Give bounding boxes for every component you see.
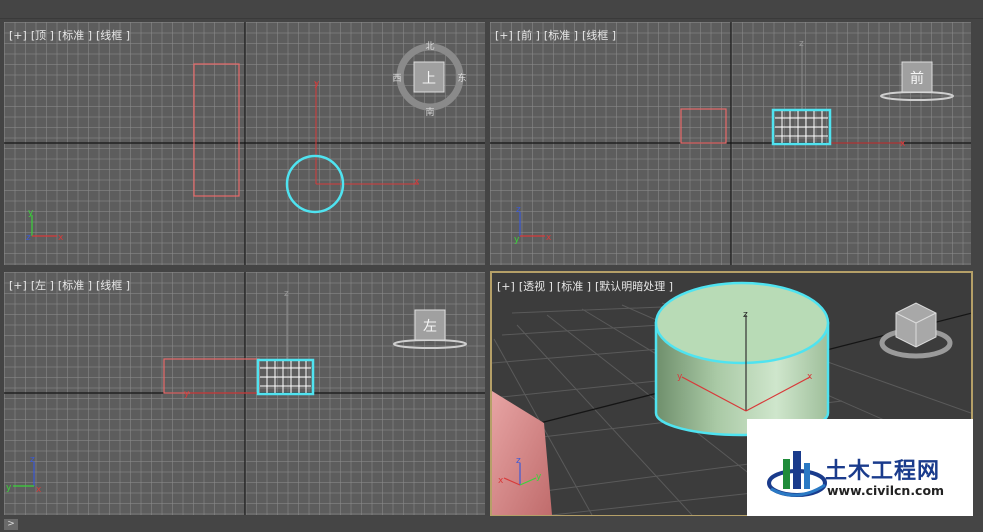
main-toolbar-strip: [0, 0, 983, 19]
pivot-y-label: y: [184, 389, 190, 399]
label-plus: [+]: [9, 29, 27, 42]
gizmo-z-label: z: [26, 233, 31, 243]
label-view: [前 ]: [516, 29, 540, 42]
viewport-top-label[interactable]: [+] [顶 ] [标准 ] [线框 ]: [9, 27, 134, 43]
label-plus: [+]: [497, 280, 515, 293]
cylinder-wireframe: [775, 111, 828, 143]
compass-west: 西: [392, 73, 401, 84]
viewcube-face-label: 前: [910, 70, 924, 87]
cylinder-wireframe: [260, 361, 311, 393]
gizmo-z-label: z: [30, 455, 35, 465]
viewport-left-canvas: z y 左 z y x: [4, 272, 485, 515]
viewcube-face-label: 左: [423, 319, 437, 335]
compass-south: 南: [425, 106, 434, 118]
pivot-x-label: x: [807, 372, 813, 382]
gizmo-x-label: x: [58, 233, 64, 243]
label-shading: [默认明暗处理 ]: [595, 280, 674, 293]
label-standard: [标准 ]: [57, 279, 92, 292]
watermark-url: www.civilcn.com: [827, 483, 945, 498]
expand-button[interactable]: >: [4, 519, 18, 530]
pivot-y-label: y: [677, 372, 683, 382]
pivot-y-label: y: [314, 79, 320, 89]
pivot-x-label: x: [900, 139, 906, 149]
viewport-front-canvas: z x 前 z x y: [490, 22, 971, 265]
status-bar: >: [0, 516, 983, 532]
label-view: [顶 ]: [30, 29, 54, 42]
gizmo-y-label: y: [514, 235, 520, 245]
label-shading: [线框 ]: [96, 279, 131, 292]
viewcube-ring[interactable]: [880, 91, 954, 101]
gizmo-x-label: x: [498, 476, 504, 486]
watermark-title: 土木工程网: [825, 459, 941, 484]
label-view: [透视 ]: [518, 280, 553, 293]
compass-north: 北: [425, 41, 434, 52]
label-view: [左 ]: [30, 279, 54, 292]
gizmo-y-label: y: [28, 208, 34, 218]
viewport-top-canvas: y x 上 北 南 东 西 y x z: [4, 22, 485, 265]
label-shading: [线框 ]: [96, 29, 131, 42]
box-object-outline: [680, 108, 727, 144]
box-object-outline: [193, 63, 240, 197]
pivot-z-label: z: [284, 289, 289, 299]
gizmo-z-label: z: [516, 456, 521, 466]
label-standard: [标准 ]: [556, 280, 591, 293]
gizmo-y-label: y: [6, 483, 12, 493]
viewport-top[interactable]: y x 上 北 南 东 西 y x z [+] [顶 ] [标准 ] [线框 ]: [4, 22, 485, 265]
label-plus: [+]: [9, 279, 27, 292]
viewport-left[interactable]: z y 左 z y x [+] [左 ] [标准 ] [线框 ]: [4, 272, 485, 515]
gizmo-y-label: y: [536, 472, 542, 482]
box-object-shaded: [492, 391, 552, 515]
gizmo-x-label: x: [36, 485, 42, 495]
gizmo-z-label: z: [516, 205, 521, 215]
viewcube-face-label: 上: [422, 71, 436, 87]
compass-east: 东: [457, 72, 466, 84]
viewport-front[interactable]: z x 前 z x y [+] [前 ] [标准 ] [线框 ]: [490, 22, 971, 265]
pivot-z-label: z: [743, 310, 748, 320]
pivot-x-label: x: [414, 177, 420, 187]
cylinder-top-shaded: [654, 281, 830, 365]
label-plus: [+]: [495, 29, 513, 42]
label-shading: [线框 ]: [582, 29, 617, 42]
viewport-perspective-label[interactable]: [+] [透视 ] [标准 ] [默认明暗处理 ]: [497, 278, 677, 294]
label-standard: [标准 ]: [543, 29, 578, 42]
pivot-z-label: z: [799, 39, 804, 49]
viewcube-ring[interactable]: [393, 339, 467, 349]
watermark-logo: 土木工程网 www.civilcn.com: [747, 419, 973, 516]
gizmo-x-label: x: [546, 233, 552, 243]
viewport-left-label[interactable]: [+] [左 ] [标准 ] [线框 ]: [9, 277, 134, 293]
viewport-front-label[interactable]: [+] [前 ] [标准 ] [线框 ]: [495, 27, 620, 43]
label-standard: [标准 ]: [57, 29, 92, 42]
